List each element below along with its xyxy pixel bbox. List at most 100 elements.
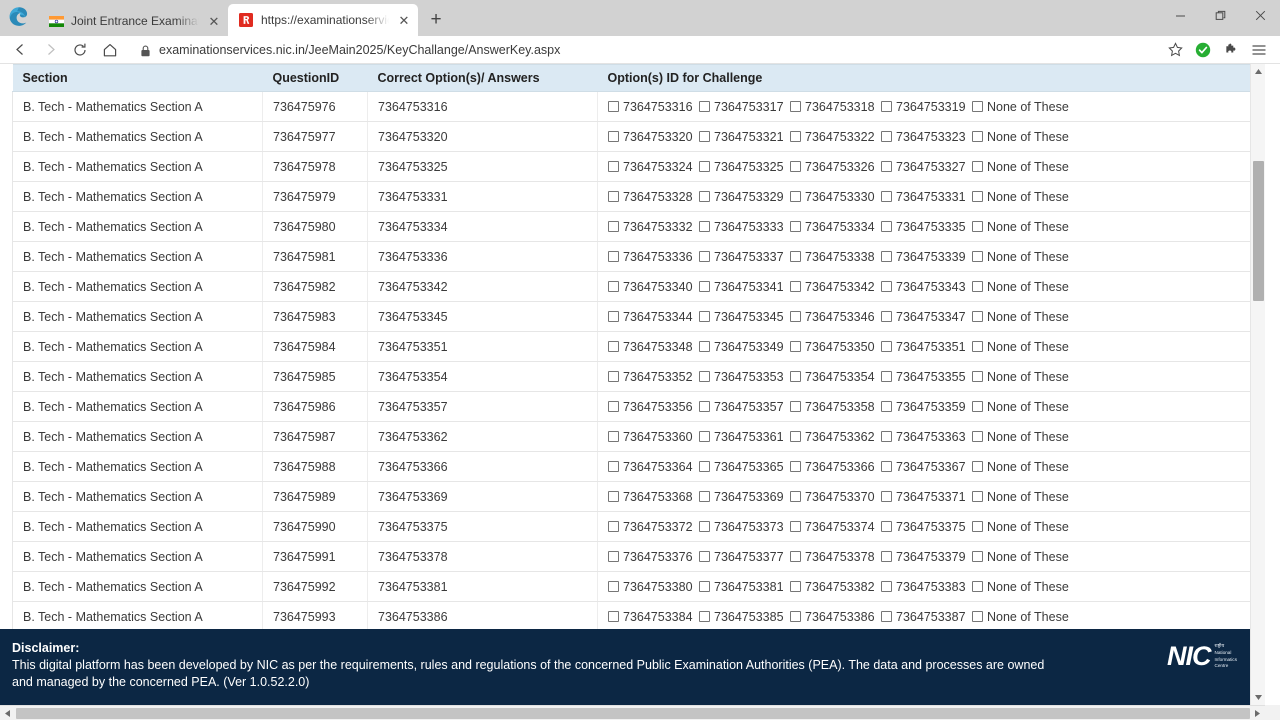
option-checkbox-item[interactable]: 7364753356 <box>608 400 699 414</box>
option-checkbox-item[interactable]: 7364753354 <box>790 370 881 384</box>
option-checkbox-item[interactable]: 7364753358 <box>790 400 881 414</box>
checkbox-icon[interactable] <box>881 311 892 322</box>
option-checkbox-none-of-these[interactable]: None of These <box>972 340 1069 354</box>
checkbox-icon[interactable] <box>790 341 801 352</box>
option-checkbox-item[interactable]: 7364753376 <box>608 550 699 564</box>
checkbox-icon[interactable] <box>608 461 619 472</box>
checkbox-icon[interactable] <box>972 191 983 202</box>
option-checkbox-item[interactable]: 7364753351 <box>881 340 972 354</box>
option-checkbox-item[interactable]: 7364753347 <box>881 310 972 324</box>
option-checkbox-item[interactable]: 7364753339 <box>881 250 972 264</box>
checkbox-icon[interactable] <box>699 221 710 232</box>
checkbox-icon[interactable] <box>699 341 710 352</box>
checkbox-icon[interactable] <box>608 311 619 322</box>
option-checkbox-item[interactable]: 7364753363 <box>881 430 972 444</box>
option-checkbox-item[interactable]: 7364753360 <box>608 430 699 444</box>
option-checkbox-item[interactable]: 7364753364 <box>608 460 699 474</box>
checkbox-icon[interactable] <box>881 251 892 262</box>
checkbox-icon[interactable] <box>972 371 983 382</box>
option-checkbox-item[interactable]: 7364753366 <box>790 460 881 474</box>
option-checkbox-item[interactable]: 7364753369 <box>699 490 790 504</box>
checkbox-icon[interactable] <box>699 371 710 382</box>
checkbox-icon[interactable] <box>790 281 801 292</box>
option-checkbox-item[interactable]: 7364753325 <box>699 160 790 174</box>
option-checkbox-item[interactable]: 7364753330 <box>790 190 881 204</box>
option-checkbox-item[interactable]: 7364753386 <box>790 610 881 624</box>
vertical-scrollbar[interactable] <box>1250 64 1265 705</box>
checkbox-icon[interactable] <box>699 611 710 622</box>
checkbox-icon[interactable] <box>790 191 801 202</box>
option-checkbox-item[interactable]: 7364753371 <box>881 490 972 504</box>
checkbox-icon[interactable] <box>699 491 710 502</box>
option-checkbox-item[interactable]: 7364753373 <box>699 520 790 534</box>
checkbox-icon[interactable] <box>608 401 619 412</box>
option-checkbox-item[interactable]: 7364753334 <box>790 220 881 234</box>
option-checkbox-item[interactable]: 7364753350 <box>790 340 881 354</box>
option-checkbox-item[interactable]: 7364753333 <box>699 220 790 234</box>
checkbox-icon[interactable] <box>881 221 892 232</box>
option-checkbox-item[interactable]: 7364753320 <box>608 130 699 144</box>
checkbox-icon[interactable] <box>972 281 983 292</box>
checkbox-icon[interactable] <box>881 611 892 622</box>
checkbox-icon[interactable] <box>881 341 892 352</box>
option-checkbox-none-of-these[interactable]: None of These <box>972 460 1069 474</box>
checkbox-icon[interactable] <box>699 191 710 202</box>
checkbox-icon[interactable] <box>608 251 619 262</box>
option-checkbox-item[interactable]: 7364753372 <box>608 520 699 534</box>
checkbox-icon[interactable] <box>881 161 892 172</box>
hamburger-menu-icon[interactable] <box>1246 38 1272 62</box>
checkbox-icon[interactable] <box>699 401 710 412</box>
checkbox-icon[interactable] <box>972 161 983 172</box>
close-button[interactable] <box>1240 0 1280 30</box>
option-checkbox-item[interactable]: 7364753353 <box>699 370 790 384</box>
checkbox-icon[interactable] <box>608 101 619 112</box>
checkbox-icon[interactable] <box>881 491 892 502</box>
checkbox-icon[interactable] <box>972 461 983 472</box>
scroll-right-arrow-icon[interactable] <box>1250 706 1265 720</box>
browser-tab-1[interactable]: Joint Entrance Examination (J ✕ <box>38 6 228 36</box>
checkbox-icon[interactable] <box>972 431 983 442</box>
checkbox-icon[interactable] <box>972 341 983 352</box>
option-checkbox-item[interactable]: 7364753341 <box>699 280 790 294</box>
checkbox-icon[interactable] <box>790 161 801 172</box>
checkbox-icon[interactable] <box>608 371 619 382</box>
vertical-scrollbar-thumb[interactable] <box>1253 161 1264 301</box>
option-checkbox-item[interactable]: 7364753322 <box>790 130 881 144</box>
option-checkbox-none-of-these[interactable]: None of These <box>972 250 1069 264</box>
option-checkbox-item[interactable]: 7364753321 <box>699 130 790 144</box>
forward-arrow-icon[interactable] <box>36 37 64 63</box>
option-checkbox-none-of-these[interactable]: None of These <box>972 370 1069 384</box>
checkbox-icon[interactable] <box>608 431 619 442</box>
home-icon[interactable] <box>96 37 124 63</box>
checkbox-icon[interactable] <box>699 161 710 172</box>
option-checkbox-item[interactable]: 7364753338 <box>790 250 881 264</box>
checkbox-icon[interactable] <box>881 371 892 382</box>
back-arrow-icon[interactable] <box>6 37 34 63</box>
option-checkbox-none-of-these[interactable]: None of These <box>972 520 1069 534</box>
checkbox-icon[interactable] <box>790 491 801 502</box>
option-checkbox-none-of-these[interactable]: None of These <box>972 430 1069 444</box>
checkbox-icon[interactable] <box>608 611 619 622</box>
option-checkbox-item[interactable]: 7364753346 <box>790 310 881 324</box>
checkbox-icon[interactable] <box>881 551 892 562</box>
option-checkbox-item[interactable]: 7364753382 <box>790 580 881 594</box>
option-checkbox-item[interactable]: 7364753348 <box>608 340 699 354</box>
checkbox-icon[interactable] <box>972 611 983 622</box>
option-checkbox-item[interactable]: 7364753359 <box>881 400 972 414</box>
scroll-down-arrow-icon[interactable] <box>1251 690 1265 705</box>
checkbox-icon[interactable] <box>972 581 983 592</box>
option-checkbox-none-of-these[interactable]: None of These <box>972 400 1069 414</box>
option-checkbox-item[interactable]: 7364753367 <box>881 460 972 474</box>
green-check-icon[interactable] <box>1190 38 1216 62</box>
checkbox-icon[interactable] <box>699 251 710 262</box>
address-bar[interactable]: examinationservices.nic.in/JeeMain2025/K… <box>132 38 1154 61</box>
checkbox-icon[interactable] <box>790 401 801 412</box>
checkbox-icon[interactable] <box>972 401 983 412</box>
option-checkbox-none-of-these[interactable]: None of These <box>972 190 1069 204</box>
option-checkbox-none-of-these[interactable]: None of These <box>972 160 1069 174</box>
browser-tab-2[interactable]: https://examinationservices.n ✕ <box>228 4 418 36</box>
option-checkbox-item[interactable]: 7364753352 <box>608 370 699 384</box>
option-checkbox-item[interactable]: 7364753324 <box>608 160 699 174</box>
star-icon[interactable] <box>1162 38 1188 62</box>
option-checkbox-item[interactable]: 7364753361 <box>699 430 790 444</box>
